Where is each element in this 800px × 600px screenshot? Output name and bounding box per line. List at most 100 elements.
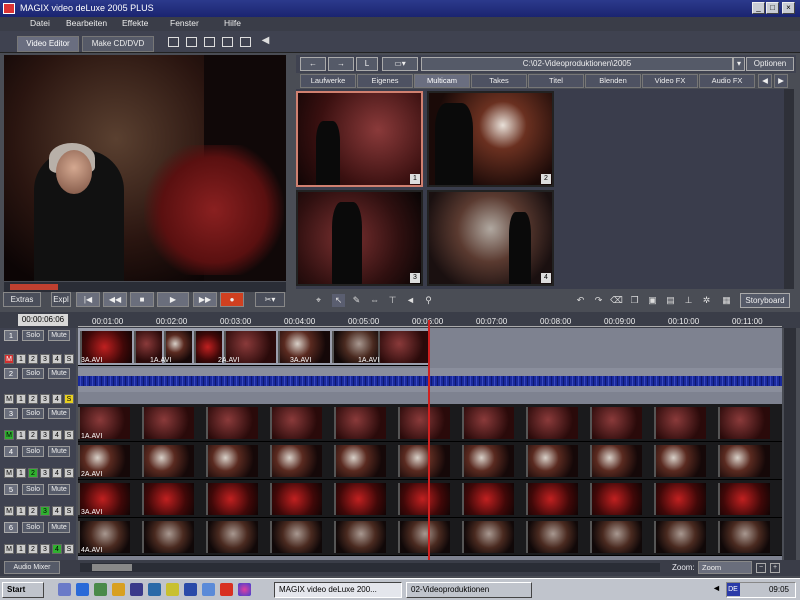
tab-multicam[interactable]: Multicam: [414, 74, 470, 88]
channel-1-button[interactable]: 1: [16, 394, 26, 404]
timeline-area[interactable]: 3A.AVI 1A.AVI 2A.AVI 3A.AVI 1A.AVI 1A.AV…: [78, 328, 782, 560]
app-icon-4[interactable]: [184, 583, 197, 596]
camera-track-3[interactable]: 3A.AVI: [78, 480, 782, 518]
channel-2-button[interactable]: 2: [28, 544, 38, 554]
start-button[interactable]: Start: [2, 582, 44, 598]
camera-track-2[interactable]: 2A.AVI: [78, 442, 782, 480]
print-icon[interactable]: [240, 37, 251, 47]
multi-select-icon[interactable]: ⌖: [312, 294, 325, 307]
app-icon-2[interactable]: [148, 583, 161, 596]
channel-2-button[interactable]: 2: [28, 468, 38, 478]
volume-icon[interactable]: ◄: [712, 583, 724, 596]
track-number[interactable]: 5: [4, 484, 18, 495]
channel-2-button[interactable]: 2: [28, 430, 38, 440]
speaker-icon[interactable]: ◄: [404, 294, 417, 307]
channel-s-button[interactable]: S: [64, 544, 74, 554]
channel-1-button[interactable]: 1: [16, 354, 26, 364]
channel-3-button[interactable]: 3: [40, 544, 50, 554]
menu-effekte[interactable]: Effekte: [122, 18, 148, 28]
pool-scrollbar[interactable]: [784, 89, 794, 289]
path-dropdown-icon[interactable]: ▾: [733, 57, 745, 71]
stretch-icon[interactable]: ⇔: [368, 294, 381, 307]
mute-button[interactable]: Mute: [48, 330, 70, 341]
copy-icon[interactable]: [222, 37, 233, 47]
playhead[interactable]: [428, 320, 430, 560]
tab-takes[interactable]: Takes: [471, 74, 527, 88]
grid-icon[interactable]: ▦: [720, 294, 733, 307]
channel-1-button[interactable]: 1: [16, 430, 26, 440]
options-dropdown[interactable]: Optionen: [746, 57, 794, 71]
master-button[interactable]: M: [4, 354, 14, 364]
track-number[interactable]: 1: [4, 330, 18, 341]
mute-button[interactable]: Mute: [48, 484, 70, 495]
delete-icon[interactable]: ⌫: [610, 294, 623, 307]
tab-titel[interactable]: Titel: [528, 74, 584, 88]
channel-3-button[interactable]: 3: [40, 354, 50, 364]
master-button[interactable]: M: [4, 544, 14, 554]
stop-icon[interactable]: ■: [130, 292, 154, 307]
storyboard-button[interactable]: Storyboard: [740, 293, 790, 308]
save-icon[interactable]: [204, 37, 215, 47]
tab-audio-fx[interactable]: Audio FX: [699, 74, 755, 88]
redo-icon[interactable]: ↷: [592, 294, 605, 307]
app-icon-1[interactable]: [130, 583, 143, 596]
timeline-ruler[interactable]: 00:00:06:06 00:01:00 00:02:00 00:03:00 0…: [0, 312, 800, 328]
go-start-icon[interactable]: |◀: [76, 292, 100, 307]
timeline-hscroll[interactable]: [80, 563, 660, 572]
camera-thumb-4[interactable]: 4: [427, 190, 554, 286]
channel-4-button[interactable]: 4: [52, 394, 62, 404]
effects-icon[interactable]: ✲: [700, 294, 713, 307]
clip-thumb[interactable]: [378, 331, 428, 363]
zoom-dropdown[interactable]: Zoom: [698, 561, 752, 574]
channel-1-button[interactable]: 1: [16, 468, 26, 478]
camera-track-4[interactable]: 4A.AVI: [78, 518, 782, 556]
explorer-icon[interactable]: [94, 583, 107, 596]
master-button[interactable]: M: [4, 468, 14, 478]
forward-icon[interactable]: →: [328, 57, 354, 71]
channel-2-button[interactable]: 2: [28, 394, 38, 404]
master-button[interactable]: M: [4, 394, 14, 404]
play-icon[interactable]: ▶: [157, 292, 189, 307]
explorer-button[interactable]: Expl: [51, 292, 71, 307]
tab-video-fx[interactable]: Video FX: [642, 74, 698, 88]
solo-button[interactable]: Solo: [22, 408, 44, 419]
ungroup-icon[interactable]: ▤: [664, 294, 677, 307]
zoom-out-icon[interactable]: −: [756, 563, 766, 573]
back-arrow-icon[interactable]: ◀: [260, 36, 271, 47]
back-icon[interactable]: ←: [300, 57, 326, 71]
solo-button[interactable]: Solo: [22, 484, 44, 495]
app-icon-5[interactable]: [202, 583, 215, 596]
channel-s-button[interactable]: S: [64, 354, 74, 364]
group-icon[interactable]: ▣: [646, 294, 659, 307]
solo-button[interactable]: Solo: [22, 368, 44, 379]
mute-button[interactable]: Mute: [48, 408, 70, 419]
camera-thumb-1[interactable]: 1: [296, 91, 423, 187]
app-icon[interactable]: [3, 3, 15, 14]
channel-3-button[interactable]: 3: [40, 430, 50, 440]
channel-s-button[interactable]: S: [64, 468, 74, 478]
master-button[interactable]: M: [4, 430, 14, 440]
maximize-button[interactable]: □: [766, 2, 779, 14]
channel-s-button[interactable]: S: [64, 506, 74, 516]
channel-3-button[interactable]: 3: [40, 394, 50, 404]
menu-fenster[interactable]: Fenster: [170, 18, 199, 28]
dsl-icon[interactable]: [112, 583, 125, 596]
camera-track-1[interactable]: 1A.AVI: [78, 404, 782, 442]
tab-blenden[interactable]: Blenden: [585, 74, 641, 88]
timeline-vscroll[interactable]: [784, 328, 796, 560]
mute-button[interactable]: Mute: [48, 446, 70, 457]
taskbar-folder[interactable]: 02-Videoproduktionen: [406, 582, 532, 598]
open-folder-icon[interactable]: [186, 37, 197, 47]
channel-2-button[interactable]: 2: [28, 354, 38, 364]
tab-eigenes[interactable]: Eigenes: [357, 74, 413, 88]
channel-3-button[interactable]: 3: [40, 468, 50, 478]
app-icon-6[interactable]: [220, 583, 233, 596]
view-dropdown[interactable]: ▭▾: [382, 57, 418, 71]
minimize-button[interactable]: _: [752, 2, 765, 14]
desktop-icon[interactable]: [58, 583, 71, 596]
snap-icon[interactable]: ⊥: [682, 294, 695, 307]
scissors-icon[interactable]: ✂▾: [255, 292, 285, 307]
master-button[interactable]: M: [4, 506, 14, 516]
track-number[interactable]: 6: [4, 522, 18, 533]
up-folder-icon[interactable]: L: [356, 57, 378, 71]
